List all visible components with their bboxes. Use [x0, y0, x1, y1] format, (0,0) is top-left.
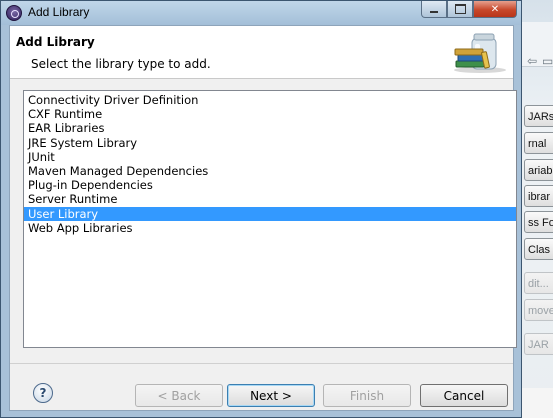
- help-button[interactable]: ?: [33, 383, 53, 403]
- list-item[interactable]: Connectivity Driver Definition: [24, 93, 516, 107]
- back-button[interactable]: < Back: [135, 384, 223, 407]
- list-item[interactable]: Maven Managed Dependencies: [24, 164, 516, 178]
- list-item[interactable]: User Library: [24, 206, 516, 221]
- list-item[interactable]: Plug-in Dependencies: [24, 178, 516, 192]
- background-button[interactable]: ibrar: [524, 185, 553, 207]
- background-button[interactable]: move: [524, 299, 553, 321]
- back-arrow-icon: ⇦: [527, 54, 538, 68]
- window-title: Add Library: [28, 5, 90, 19]
- background-button[interactable]: JARs: [524, 105, 553, 127]
- list-item[interactable]: JUnit: [24, 150, 516, 164]
- library-jar-books-icon: [454, 33, 506, 73]
- background-button[interactable]: dit...: [524, 272, 553, 294]
- list-item[interactable]: Server Runtime: [24, 192, 516, 206]
- help-icon: ?: [39, 386, 47, 400]
- close-button[interactable]: ✕: [473, 1, 517, 18]
- eclipse-icon: [6, 5, 22, 21]
- minimize-button[interactable]: [421, 1, 447, 18]
- next-button[interactable]: Next >: [227, 384, 315, 407]
- list-item[interactable]: JRE System Library: [24, 136, 516, 150]
- wizard-header: Add Library Select the library type to a…: [10, 26, 513, 79]
- finish-button[interactable]: Finish: [323, 384, 411, 407]
- list-item[interactable]: EAR Libraries: [24, 121, 516, 135]
- background-button[interactable]: ariab: [524, 159, 553, 181]
- page-title: Add Library: [16, 35, 95, 49]
- button-bar-separator: [10, 363, 513, 364]
- background-footer: [522, 388, 553, 418]
- dialog-content: Add Library Select the library type to a…: [9, 25, 517, 411]
- page-icon: ▭: [542, 54, 553, 68]
- background-button[interactable]: Clas: [524, 238, 553, 260]
- add-library-dialog: Add Library ✕ Add Library Select the lib…: [0, 0, 522, 418]
- title-bar[interactable]: Add Library ✕: [1, 1, 521, 25]
- page-description: Select the library type to add.: [31, 57, 211, 71]
- background-toolbar: ⇦ ▭: [522, 22, 553, 68]
- maximize-icon: [454, 4, 466, 14]
- background-button[interactable]: rnal: [524, 132, 553, 154]
- background-button[interactable]: JAR: [524, 333, 553, 355]
- list-item[interactable]: Web App Libraries: [24, 221, 516, 235]
- cancel-button[interactable]: Cancel: [420, 384, 508, 407]
- list-item[interactable]: CXF Runtime: [24, 107, 516, 121]
- minimize-icon: [430, 10, 438, 13]
- background-button[interactable]: ss Fo: [524, 211, 553, 233]
- maximize-button[interactable]: [447, 1, 473, 18]
- close-icon: ✕: [490, 3, 500, 15]
- library-type-list[interactable]: Connectivity Driver Definition CXF Runtim…: [23, 90, 517, 348]
